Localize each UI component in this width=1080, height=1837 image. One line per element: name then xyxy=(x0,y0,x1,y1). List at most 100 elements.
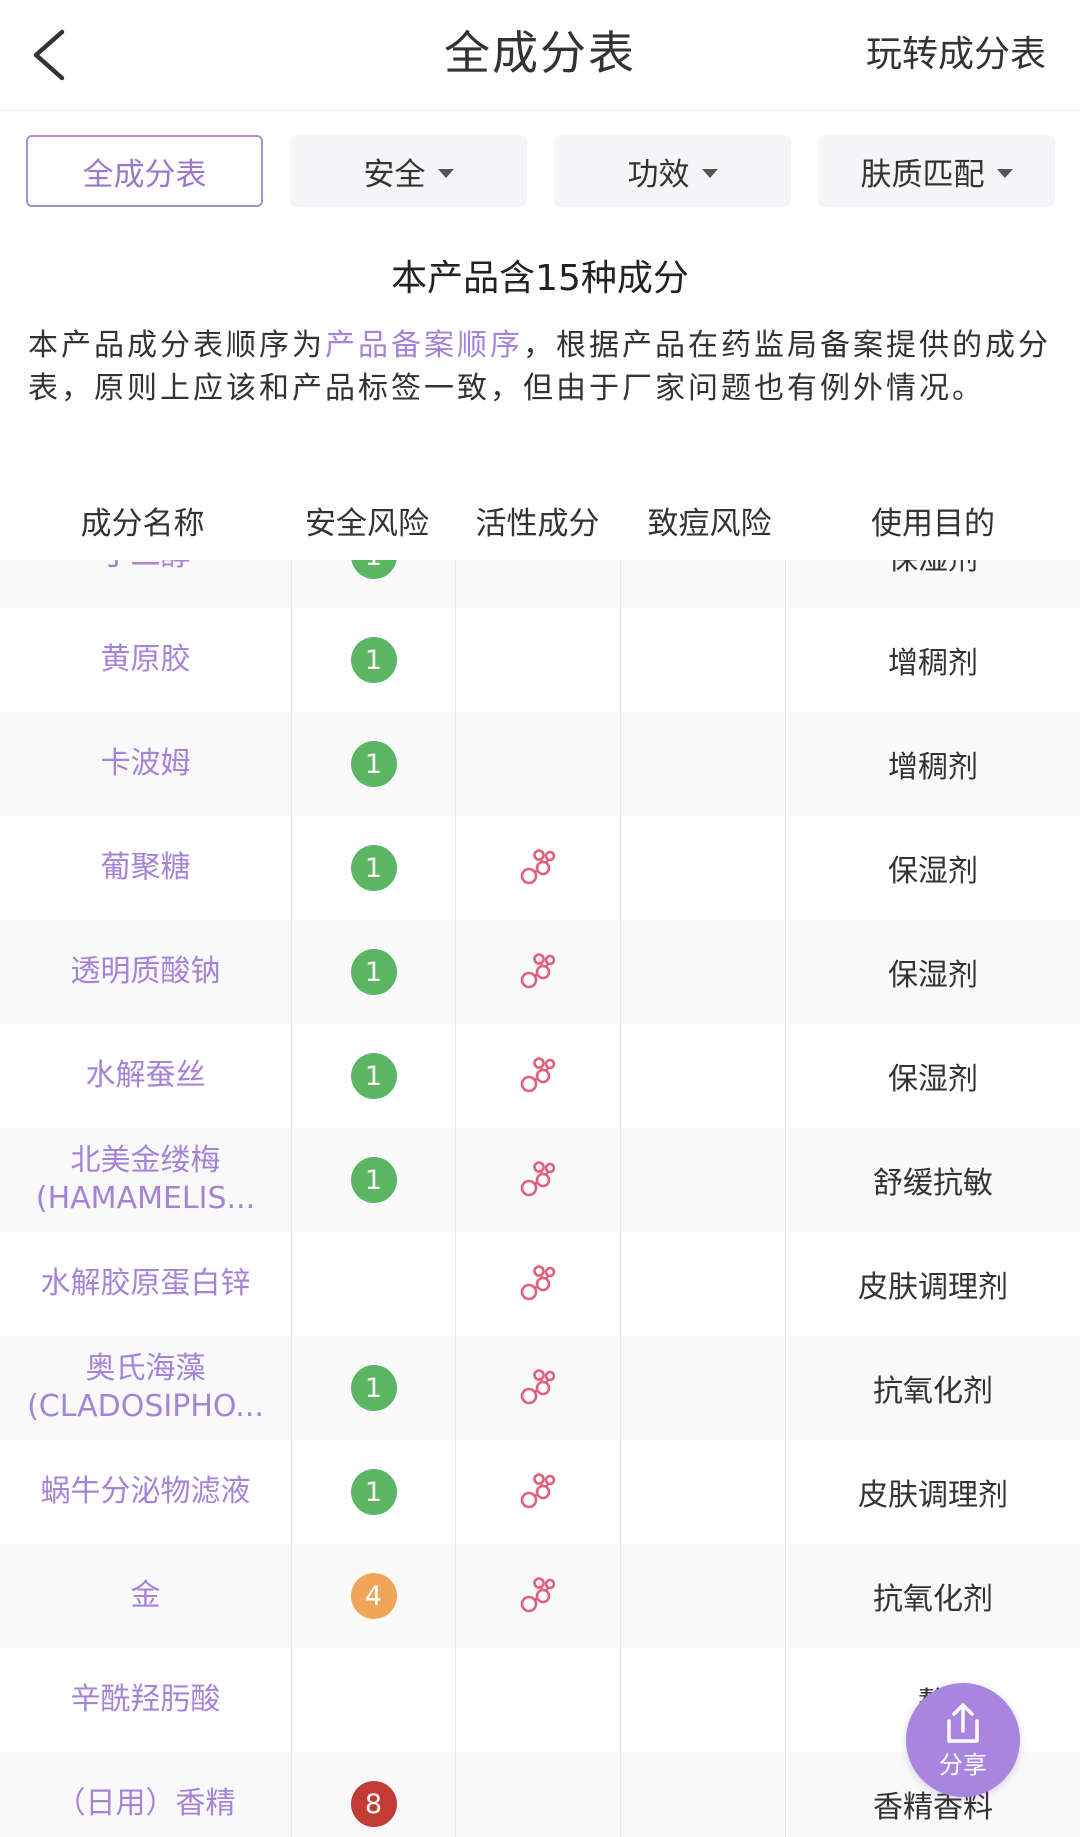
ingredient-name[interactable]: 葡聚糖 xyxy=(0,816,292,920)
ingredient-name[interactable]: 蜗牛分泌物滤液 xyxy=(0,1440,292,1544)
ingredient-name-text: 黄原胶 xyxy=(100,642,191,677)
table-row[interactable]: 蜗牛分泌物滤液 1 皮肤调理剂 xyxy=(0,1440,1080,1544)
purpose-cell: 保湿剂 xyxy=(888,854,978,889)
share-button[interactable]: 分享 xyxy=(906,1683,1020,1797)
safety-score-badge: 1 xyxy=(350,1053,397,1099)
safety-risk-cell: 1 xyxy=(292,608,456,712)
active-ingredient-cell xyxy=(456,1336,621,1440)
safety-risk-cell: 4 xyxy=(292,1544,456,1648)
safety-score-badge: 1 xyxy=(350,1365,397,1411)
table-row[interactable]: 北美金缕梅 (HAMAMELIS... 1 舒缓抗敏 xyxy=(0,1128,1080,1232)
safety-risk-cell: 1 xyxy=(292,1336,456,1440)
ingredient-name-text: 丁二醇 xyxy=(101,560,191,575)
ingredient-name[interactable]: （日用）香精 xyxy=(0,1752,292,1837)
safety-score-badge: 1 xyxy=(350,845,397,891)
ingredient-name-text: 金 xyxy=(130,1578,161,1613)
ingredient-name-text: 北美金缕梅 xyxy=(70,1143,221,1178)
filing-order-link[interactable]: 产品备案顺序 xyxy=(325,328,523,363)
purpose-cell: 增稠剂 xyxy=(888,646,978,681)
acne-risk-cell xyxy=(621,1336,786,1440)
acne-risk-cell xyxy=(621,816,786,920)
ingredient-name[interactable]: 丁二醇 xyxy=(0,560,292,608)
ingredient-table[interactable]: 丁二醇1保湿剂黄原胶1增稠剂卡波姆1增稠剂葡聚糖1保湿剂透明质酸钠1保湿剂水解蚕… xyxy=(0,560,1080,1837)
ingredient-name-text: 透明质酸钠 xyxy=(70,954,221,989)
ingredient-name-text: 葡聚糖 xyxy=(100,850,191,885)
caret-down-icon xyxy=(437,168,454,178)
tab-full-list[interactable]: 全成分表 xyxy=(26,135,263,207)
table-row[interactable]: 卡波姆 1 增稠剂 xyxy=(0,712,1080,816)
ingredient-count-title: 本产品含15种成分 xyxy=(391,258,689,299)
ingredient-name-text: 蜗牛分泌物滤液 xyxy=(40,1474,251,1509)
ingredient-order-description: 本产品成分表顺序为产品备案顺序，根据产品在药监局备案提供的成分表，原则上应该和产… xyxy=(28,324,1052,410)
header-acne-risk: 致痘风险 xyxy=(647,505,772,542)
table-row[interactable]: 黄原胶 1 增稠剂 xyxy=(0,608,1080,712)
active-ingredient-cell xyxy=(456,920,621,1024)
safety-score-badge: 1 xyxy=(350,560,397,579)
active-ingredient-cell xyxy=(456,1544,621,1648)
acne-risk-cell xyxy=(621,1752,786,1837)
table-row[interactable]: 水解胶原蛋白锌 皮肤调理剂 xyxy=(0,1232,1080,1336)
safety-score-badge: 1 xyxy=(350,1469,397,1515)
active-molecule-icon xyxy=(520,1577,556,1613)
tab-efficacy[interactable]: 功效 xyxy=(554,135,791,207)
table-row[interactable]: 丁二醇 1 保湿剂 xyxy=(0,560,1080,608)
active-molecule-icon xyxy=(520,1265,556,1301)
safety-score-badge: 8 xyxy=(350,1781,397,1827)
tab-label: 安全 xyxy=(363,156,426,193)
back-button[interactable] xyxy=(22,22,82,88)
tab-label: 全成分表 xyxy=(82,156,207,193)
table-row[interactable]: 奥氏海藻 (CLADOSIPHO... 1 抗氧化剂 xyxy=(0,1336,1080,1440)
active-ingredient-cell xyxy=(456,1128,621,1232)
active-molecule-icon xyxy=(520,1057,556,1093)
active-ingredient-cell xyxy=(456,560,621,608)
tab-safety[interactable]: 安全 xyxy=(290,135,527,207)
acne-risk-cell xyxy=(621,1232,786,1336)
ingredient-name[interactable]: 北美金缕梅 (HAMAMELIS... xyxy=(0,1128,292,1232)
purpose-cell: 皮肤调理剂 xyxy=(858,1478,1008,1513)
tab-skin-match[interactable]: 肤质匹配 xyxy=(818,135,1055,207)
guide-link[interactable]: 玩转成分表 xyxy=(866,30,1046,80)
ingredient-name[interactable]: 透明质酸钠 xyxy=(0,920,292,1024)
ingredient-name[interactable]: 水解胶原蛋白锌 xyxy=(0,1232,292,1336)
table-header: 成分名称 安全风险 活性成分 致痘风险 使用目的 xyxy=(0,480,1080,560)
table-row[interactable]: 金 4 抗氧化剂 xyxy=(0,1544,1080,1648)
caret-down-icon xyxy=(701,168,718,178)
purpose-cell: 保湿剂 xyxy=(888,1062,978,1097)
active-ingredient-cell xyxy=(456,1024,621,1128)
ingredient-name[interactable]: 辛酰羟肟酸 xyxy=(0,1648,292,1752)
caret-down-icon xyxy=(996,168,1013,178)
tab-label: 肤质匹配 xyxy=(860,156,985,193)
active-ingredient-cell xyxy=(456,1232,621,1336)
ingredient-name[interactable]: 金 xyxy=(0,1544,292,1648)
purpose-cell: 皮肤调理剂 xyxy=(858,1270,1008,1305)
safety-risk-cell: 1 xyxy=(292,1024,456,1128)
ingredient-name[interactable]: 黄原胶 xyxy=(0,608,292,712)
desc-text-before: 本产品成分表顺序为 xyxy=(28,328,325,363)
active-ingredient-cell xyxy=(456,1752,621,1837)
active-molecule-icon xyxy=(520,1161,556,1197)
table-row[interactable]: 透明质酸钠 1 保湿剂 xyxy=(0,920,1080,1024)
table-row[interactable]: 水解蚕丝 1 保湿剂 xyxy=(0,1024,1080,1128)
ingredient-latin-name: (HAMAMELIS... xyxy=(35,1181,256,1216)
header-active-ingredient: 活性成分 xyxy=(475,505,600,542)
safety-risk-cell: 1 xyxy=(292,560,456,608)
ingredient-name[interactable]: 水解蚕丝 xyxy=(0,1024,292,1128)
header-ingredient-name: 成分名称 xyxy=(80,505,205,542)
purpose-cell: 抗氧化剂 xyxy=(873,1582,993,1617)
share-icon xyxy=(947,1703,979,1743)
active-ingredient-cell xyxy=(456,1440,621,1544)
purpose-cell: 抗氧化剂 xyxy=(873,1374,993,1409)
safety-risk-cell: 1 xyxy=(292,1128,456,1232)
active-molecule-icon xyxy=(520,1369,556,1405)
safety-risk-cell: 1 xyxy=(292,816,456,920)
ingredient-name-text: 水解蚕丝 xyxy=(85,1058,206,1093)
active-molecule-icon xyxy=(520,849,556,885)
active-molecule-icon xyxy=(520,1473,556,1509)
ingredient-name-text: 辛酰羟肟酸 xyxy=(70,1682,221,1717)
table-row[interactable]: 葡聚糖 1 保湿剂 xyxy=(0,816,1080,920)
ingredient-name[interactable]: 卡波姆 xyxy=(0,712,292,816)
purpose-cell: 增稠剂 xyxy=(888,750,978,785)
safety-score-badge: 1 xyxy=(350,741,397,787)
ingredient-name[interactable]: 奥氏海藻 (CLADOSIPHO... xyxy=(0,1336,292,1440)
active-ingredient-cell xyxy=(456,816,621,920)
